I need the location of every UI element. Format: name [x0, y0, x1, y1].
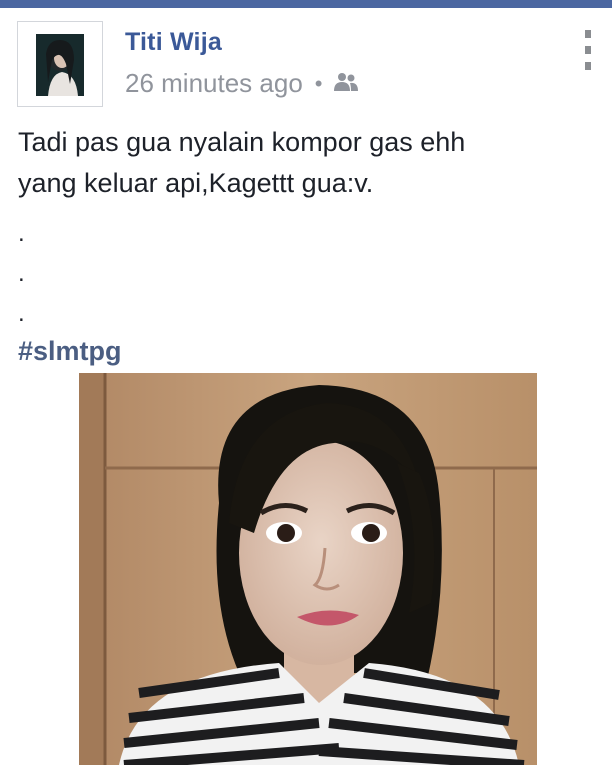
- avatar[interactable]: [17, 21, 103, 107]
- post-text-line-2: yang keluar api,Kagettt gua:v.: [18, 168, 374, 198]
- post-text: Tadi pas gua nyalain kompor gas ehh yang…: [18, 122, 598, 204]
- post-text-line-1: Tadi pas gua nyalain kompor gas ehh: [18, 127, 466, 157]
- post-meta: 26 minutes ago •: [125, 68, 359, 99]
- post-photo[interactable]: [79, 373, 537, 765]
- post-card: Titi Wija 26 minutes ago • Tadi pas gua …: [0, 8, 612, 765]
- hashtag-link[interactable]: #slmtpg: [18, 336, 122, 367]
- friends-icon[interactable]: [333, 68, 359, 99]
- meta-separator: •: [314, 70, 323, 96]
- author-name[interactable]: Titi Wija: [125, 28, 222, 57]
- dot-line-3: .: [18, 300, 25, 327]
- top-bar: [0, 0, 612, 8]
- more-vertical-icon[interactable]: [580, 30, 596, 70]
- dot-line-1: .: [18, 220, 25, 247]
- avatar-image: [36, 34, 84, 96]
- dot-line-2: .: [18, 260, 25, 287]
- timestamp[interactable]: 26 minutes ago: [125, 68, 303, 99]
